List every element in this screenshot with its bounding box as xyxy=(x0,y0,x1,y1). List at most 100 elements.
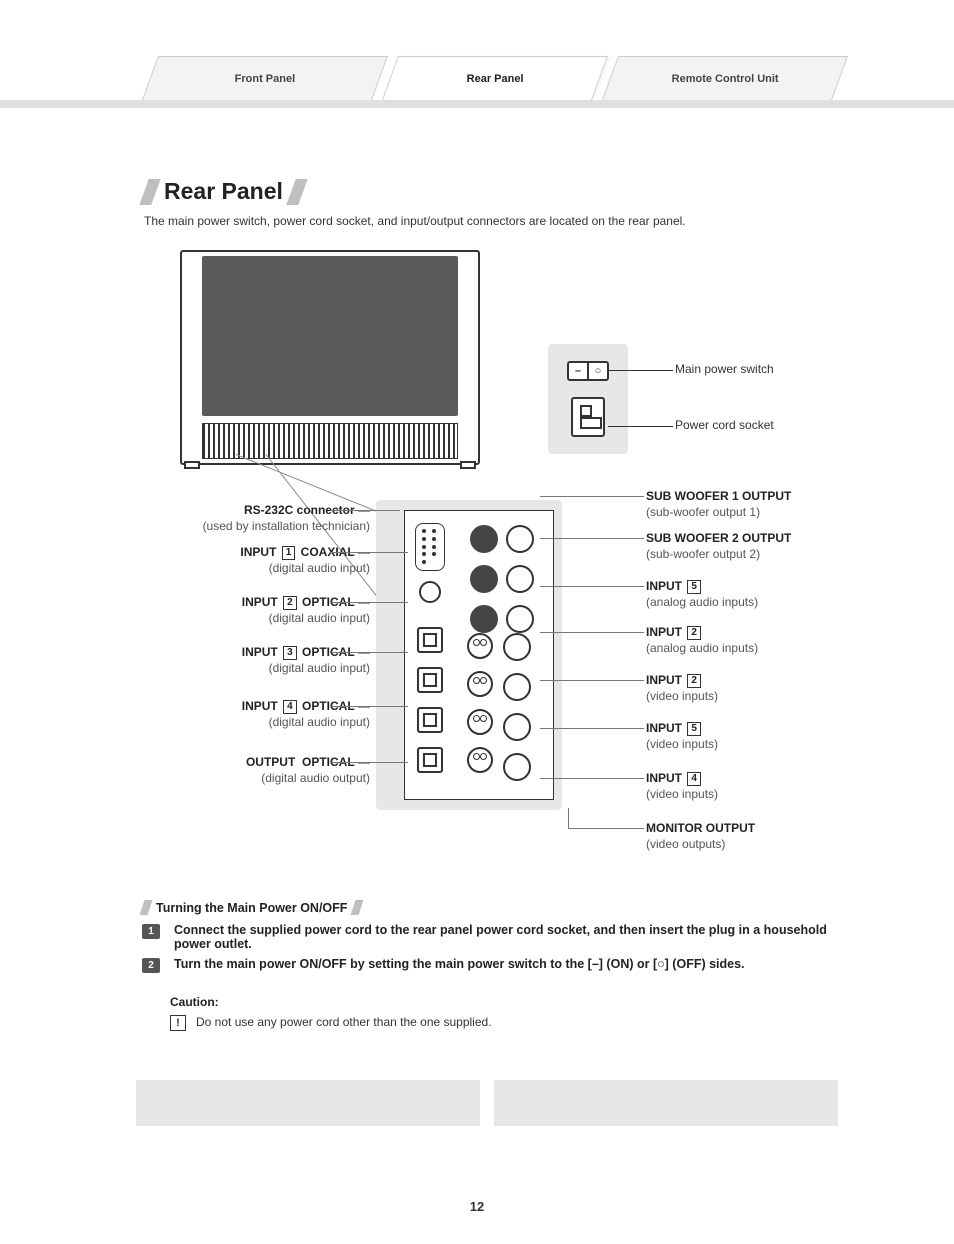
device-top-face xyxy=(202,256,458,416)
caution-heading: Caution: xyxy=(170,995,834,1009)
rca-jack-icon xyxy=(470,605,498,633)
label-input1-coax: INPUT 1 COAXIAL —(digital audio input) xyxy=(150,544,370,576)
rca-jack-icon xyxy=(503,713,531,741)
device-foot xyxy=(460,461,476,469)
device-vent-grille xyxy=(202,423,458,459)
power-cord-socket-icon xyxy=(571,397,605,437)
heading-slash-icon xyxy=(351,900,364,915)
optical-column xyxy=(417,627,443,773)
rca-jack-icon xyxy=(503,633,531,661)
leader-line xyxy=(540,728,644,729)
caution-text: Do not use any power cord other than the… xyxy=(196,1015,492,1029)
label-input3-optical: INPUT 3 OPTICAL —(digital audio input) xyxy=(150,644,370,676)
step-number-badge: 1 xyxy=(142,924,160,939)
leader-line xyxy=(540,778,644,779)
label-input2-optical: INPUT 2 OPTICAL —(digital audio input) xyxy=(150,594,370,626)
title-slash-icon xyxy=(139,179,160,205)
leader-line xyxy=(568,808,569,828)
optical-jack-icon xyxy=(417,627,443,653)
title-slash-icon xyxy=(286,179,307,205)
rear-panel-diagram: – ○ Main power switch Power cord socket xyxy=(130,250,830,880)
step-text: Connect the supplied power cord to the r… xyxy=(174,923,834,951)
caution-icon: ! xyxy=(170,1015,186,1031)
leader-line xyxy=(330,762,408,763)
rca-top-grid xyxy=(469,521,535,637)
device-illustration xyxy=(180,250,480,465)
leader-line xyxy=(330,652,408,653)
connector-panel-frame xyxy=(404,510,554,800)
svideo-jack-icon xyxy=(467,671,493,697)
main-power-switch-icon: – ○ xyxy=(567,361,609,381)
rca-jack-icon xyxy=(506,565,534,593)
tabbar-background xyxy=(0,100,954,108)
label-subwoofer1: SUB WOOFER 1 OUTPUT(sub-woofer output 1) xyxy=(646,488,846,520)
main-power-switch-label: Main power switch xyxy=(675,362,774,376)
rca-jack-icon xyxy=(506,605,534,633)
power-inset: – ○ xyxy=(548,344,628,454)
rca-jack-icon xyxy=(470,525,498,553)
label-monitor-output: MONITOR OUTPUT(video outputs) xyxy=(646,820,846,852)
label-input2-video: INPUT 2(video inputs) xyxy=(646,672,846,704)
tab-label: Front Panel xyxy=(235,73,296,85)
rca-jack-icon xyxy=(503,753,531,781)
leader-line xyxy=(330,602,408,603)
power-cord-socket-label: Power cord socket xyxy=(675,418,774,432)
label-input4-video: INPUT 4(video inputs) xyxy=(646,770,846,802)
label-input5-video: INPUT 5(video inputs) xyxy=(646,720,846,752)
svideo-column xyxy=(467,633,493,773)
optical-jack-icon xyxy=(417,667,443,693)
leader-line xyxy=(330,706,408,707)
label-output-optical: OUTPUT OPTICAL —(digital audio output) xyxy=(150,754,370,786)
optical-jack-icon xyxy=(417,747,443,773)
instruction-step: 1 Connect the supplied power cord to the… xyxy=(142,923,834,951)
instructions-block: Turning the Main Power ON/OFF 1 Connect … xyxy=(142,900,834,1031)
label-input5-analog: INPUT 5(analog audio inputs) xyxy=(646,578,846,610)
label-subwoofer2: SUB WOOFER 2 OUTPUT(sub-woofer output 2) xyxy=(646,530,846,562)
page-title: Rear Panel xyxy=(164,178,283,205)
svideo-jack-icon xyxy=(467,633,493,659)
label-input2-analog: INPUT 2(analog audio inputs) xyxy=(646,624,846,656)
rca-jack-icon xyxy=(470,565,498,593)
leader-line xyxy=(330,552,408,553)
instructions-heading: Turning the Main Power ON/OFF xyxy=(142,900,834,915)
optical-jack-icon xyxy=(417,707,443,733)
tab-remote-control[interactable]: Remote Control Unit xyxy=(602,56,848,100)
footer-block xyxy=(494,1080,838,1126)
heading-slash-icon xyxy=(140,900,153,915)
leader-line xyxy=(608,426,673,427)
leader-line xyxy=(568,828,644,829)
switch-on-glyph: – xyxy=(569,363,587,379)
page-title-wrap: Rear Panel xyxy=(144,178,303,205)
svideo-jack-icon xyxy=(467,709,493,735)
leader-line xyxy=(540,538,644,539)
svideo-jack-icon xyxy=(467,747,493,773)
label-rs232: RS-232C connector —(used by installation… xyxy=(150,502,370,534)
connector-panel xyxy=(376,500,562,810)
rca-jack-icon xyxy=(506,525,534,553)
instruction-step: 2 Turn the main power ON/OFF by setting … xyxy=(142,957,834,973)
tab-label: Remote Control Unit xyxy=(671,73,778,85)
switch-off-glyph: ○ xyxy=(587,363,607,379)
tab-front-panel[interactable]: Front Panel xyxy=(142,56,388,100)
page-number: 12 xyxy=(0,1199,954,1214)
instructions-heading-text: Turning the Main Power ON/OFF xyxy=(156,901,347,915)
rs232-connector-icon xyxy=(415,523,445,571)
rca-right-column xyxy=(503,633,531,781)
rca-jack-icon xyxy=(503,673,531,701)
leader-line xyxy=(608,370,673,371)
leader-line xyxy=(540,586,644,587)
leader-line xyxy=(330,510,400,511)
coaxial-jack-icon xyxy=(419,581,441,603)
leader-line xyxy=(540,496,644,497)
step-number-badge: 2 xyxy=(142,958,160,973)
leader-line xyxy=(540,680,644,681)
step-text: Turn the main power ON/OFF by setting th… xyxy=(174,957,745,973)
caution-block: Caution: ! Do not use any power cord oth… xyxy=(170,995,834,1031)
device-foot xyxy=(184,461,200,469)
footer-block xyxy=(136,1080,480,1126)
label-input4-optical: INPUT 4 OPTICAL —(digital audio input) xyxy=(150,698,370,730)
tab-label: Rear Panel xyxy=(466,73,523,85)
leader-line xyxy=(540,632,644,633)
tab-rear-panel[interactable]: Rear Panel xyxy=(382,56,608,100)
intro-text: The main power switch, power cord socket… xyxy=(144,214,686,228)
